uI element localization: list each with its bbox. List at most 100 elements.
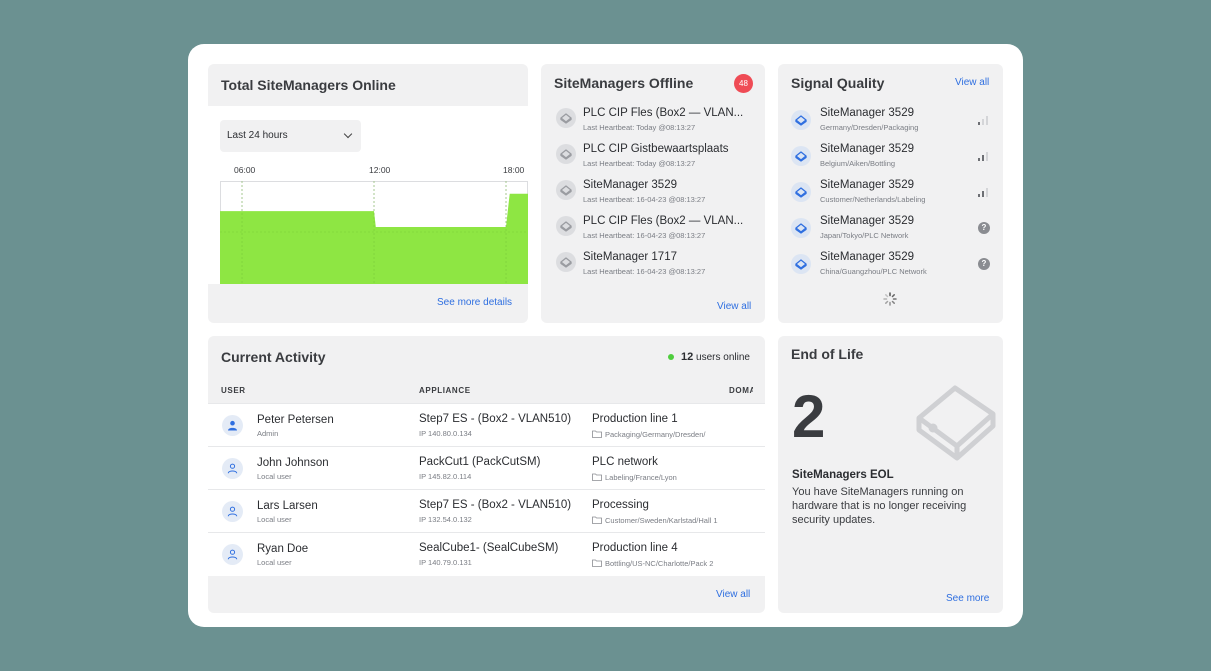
offline-item-name[interactable]: PLC CIP Fles (Box2 — VLAN... <box>583 107 743 119</box>
domain-path-text: Bottling/US-NC/Charlotte/Pack 2 <box>605 559 714 568</box>
signal-card: Signal Quality View all SiteManager 3529… <box>778 64 1003 323</box>
folder-icon <box>592 559 605 568</box>
offline-item-name[interactable]: SiteManager 3529 <box>583 179 677 191</box>
sitemanager-icon <box>556 180 576 200</box>
signal-strength-icon <box>978 188 988 197</box>
signal-bar <box>986 116 988 125</box>
signal-item-name[interactable]: SiteManager 3529 <box>820 215 914 227</box>
signal-item-path: Japan/Tokyo/PLC Network <box>820 231 909 240</box>
activity-view-all-link[interactable]: View all <box>716 589 750 600</box>
domain-path-text: Packaging/Germany/Dresden/ <box>605 430 706 439</box>
sitemanager-icon <box>791 110 811 130</box>
activity-card: Current Activity 12 users online USER AP… <box>208 336 765 613</box>
avatar <box>222 501 243 522</box>
offline-item-name[interactable]: PLC CIP Gistbewaartsplaats <box>583 143 729 155</box>
table-row[interactable]: Lars Larsen Local user Step7 ES - (Box2 - … <box>208 489 765 532</box>
signal-bar <box>978 194 980 197</box>
offline-card: SiteManagers Offline 48 PLC CIP Fles (Bo… <box>541 64 765 323</box>
domain-name: Production line 4 <box>592 542 678 554</box>
signal-bar <box>982 191 984 197</box>
sitemanager-icon <box>556 216 576 236</box>
user-role: Local user <box>257 558 292 567</box>
appliance-ip: IP 140.80.0.134 <box>419 429 472 438</box>
range-select-value: Last 24 hours <box>227 130 288 141</box>
column-header-user: USER <box>221 386 246 395</box>
offline-item-heartbeat: Last Heartbeat: 16-04-23 @08:13:27 <box>583 231 706 240</box>
domain-path-text: Customer/Sweden/Karlstad/Hall 1 <box>605 516 718 525</box>
x-tick-label: 06:00 <box>234 165 256 175</box>
chart-area: Last 24 hours 06:00 12:00 18:00 <box>208 106 528 284</box>
signal-view-all-link[interactable]: View all <box>955 77 989 88</box>
offline-card-title: SiteManagers Offline <box>554 75 694 91</box>
sitemanager-icon <box>791 182 811 202</box>
signal-unknown-icon: ? <box>978 258 990 270</box>
sitemanager-icon <box>791 254 811 274</box>
signal-unknown-icon: ? <box>978 222 990 234</box>
table-row[interactable]: Ryan Doe Local user SealCube1- (SealCubeSM… <box>208 532 765 575</box>
signal-item-name[interactable]: SiteManager 3529 <box>820 251 914 263</box>
signal-item-name[interactable]: SiteManager 3529 <box>820 107 914 119</box>
loading-spinner-icon <box>883 292 897 306</box>
domain-name: Production line 1 <box>592 413 678 425</box>
activity-table: Peter Petersen Admin Step7 ES - (Box2 - VL… <box>208 403 765 576</box>
signal-item-name[interactable]: SiteManager 3529 <box>820 179 914 191</box>
chevron-down-icon <box>343 129 353 139</box>
signal-bar <box>982 155 984 161</box>
offline-item-heartbeat: Last Heartbeat: 16-04-23 @08:13:27 <box>583 195 706 204</box>
sitemanager-icon <box>556 144 576 164</box>
column-header-appliance: APPLIANCE <box>419 386 471 395</box>
appliance-ip: IP 132.54.0.132 <box>419 515 472 524</box>
table-row[interactable]: John Johnson Local user PackCut1 (PackCutS… <box>208 446 765 489</box>
offline-count-badge: 48 <box>734 74 753 93</box>
see-more-details-link[interactable]: See more details <box>437 297 512 308</box>
domain-path-text: Labeling/France/Lyon <box>605 473 677 482</box>
users-online-count: 12 <box>681 351 694 363</box>
avatar <box>222 544 243 565</box>
x-tick-label: 12:00 <box>369 165 391 175</box>
folder-icon <box>592 516 605 525</box>
online-chart <box>220 181 528 284</box>
signal-bar <box>986 188 988 197</box>
avatar <box>222 415 243 436</box>
signal-strength-icon <box>978 116 988 125</box>
appliance-name: SealCube1- (SealCubeSM) <box>419 542 559 554</box>
online-status-dot <box>668 354 674 360</box>
online-card: Total SiteManagers Online Last 24 hours … <box>208 64 528 323</box>
eol-card-title: End of Life <box>791 346 864 362</box>
signal-bar <box>982 119 984 125</box>
users-online-text: 12 users online <box>681 351 750 363</box>
offline-item-heartbeat: Last Heartbeat: Today @08:13:27 <box>583 123 696 132</box>
user-name: Ryan Doe <box>257 543 309 555</box>
offline-item-name[interactable]: SiteManager 1717 <box>583 251 677 263</box>
avatar <box>222 458 243 479</box>
signal-bar <box>978 122 980 125</box>
folder-icon <box>592 430 605 439</box>
eol-description: You have SiteManagers running on hardwar… <box>792 486 967 526</box>
table-row[interactable]: Peter Petersen Admin Step7 ES - (Box2 - VL… <box>208 403 765 446</box>
offline-view-all-link[interactable]: View all <box>717 301 751 312</box>
sitemanager-icon <box>556 252 576 272</box>
folder-icon <box>592 473 605 482</box>
appliance-name: Step7 ES - (Box2 - VLAN510) <box>419 499 572 511</box>
signal-item-path: Belgium/Aiken/Bottling <box>820 159 896 168</box>
device-icon <box>916 385 996 461</box>
column-header-domain: DOMA <box>729 386 753 395</box>
signal-strength-icon <box>978 152 988 161</box>
signal-item-path: Customer/Netherlands/Labeling <box>820 195 926 204</box>
signal-item-name[interactable]: SiteManager 3529 <box>820 143 914 155</box>
domain-path: Labeling/France/Lyon <box>592 472 677 482</box>
domain-name: PLC network <box>592 456 658 468</box>
domain-path: Bottling/US-NC/Charlotte/Pack 2 <box>592 558 713 568</box>
eol-see-more-link[interactable]: See more <box>946 593 989 604</box>
appliance-ip: IP 140.79.0.131 <box>419 558 472 567</box>
user-name: John Johnson <box>257 457 329 469</box>
signal-bar <box>978 158 980 161</box>
user-name: Lars Larsen <box>257 500 318 512</box>
user-role: Admin <box>257 429 279 438</box>
eol-count: 2 <box>792 383 826 450</box>
range-select[interactable]: Last 24 hours <box>220 120 361 152</box>
signal-bar <box>986 152 988 161</box>
offline-item-name[interactable]: PLC CIP Fles (Box2 — VLAN... <box>583 215 743 227</box>
signal-item-path: Germany/Dresden/Packaging <box>820 123 919 132</box>
users-online-label: users online <box>696 352 750 363</box>
